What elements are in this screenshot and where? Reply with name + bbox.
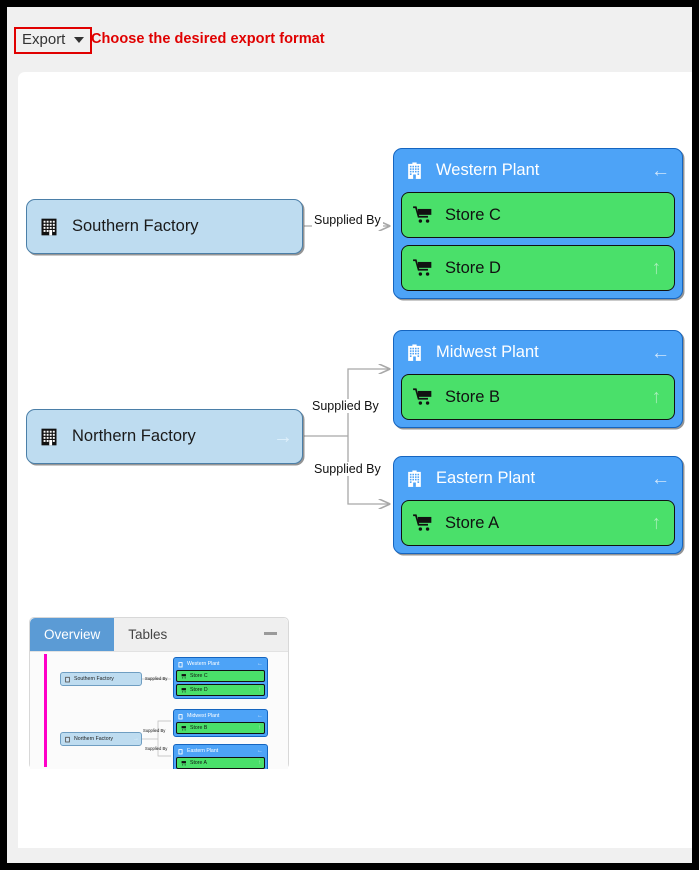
plant-building-icon (405, 161, 424, 181)
minimap-arrow-icon: ← (257, 748, 263, 754)
group-header[interactable]: Eastern Plant ← (394, 457, 682, 500)
edge-label: Supplied By (312, 462, 383, 476)
edge-label: Supplied By (310, 399, 381, 413)
node-label: Store B (445, 388, 500, 407)
node-label: Northern Factory (72, 427, 196, 446)
building-icon (39, 217, 59, 237)
overview-tabs: Overview Tables (30, 618, 288, 652)
overview-minimap[interactable]: Southern Factory Northern Factory → (30, 652, 288, 769)
node-label: Store D (445, 259, 501, 278)
minimap-group-header: Midwest Plant ← (174, 710, 267, 722)
minimap-edge-label: Supplied By (143, 728, 165, 733)
node-label: Store A (445, 514, 499, 533)
edge-label: Supplied By (312, 213, 383, 227)
expand-arrow-icon[interactable]: → (273, 427, 293, 447)
shopping-cart-icon (412, 514, 433, 532)
minimap-group-label: Eastern Plant (187, 748, 218, 754)
shopping-cart-icon (412, 206, 433, 224)
collapse-arrow-icon[interactable]: ← (651, 343, 670, 362)
plant-building-icon (405, 469, 424, 489)
shopping-cart-icon (180, 673, 187, 679)
toolbar: Export Choose the desired export format (7, 7, 692, 72)
minimap-node-southern-factory: Southern Factory (60, 672, 142, 686)
node-store[interactable]: Store A ↑ (401, 500, 675, 546)
export-button[interactable]: Export (18, 30, 88, 51)
minimap-arrow-icon: ← (257, 713, 263, 719)
shopping-cart-icon (180, 725, 187, 731)
minimap-group-header: Eastern Plant ← (174, 745, 267, 757)
node-store[interactable]: Store D ↑ (401, 245, 675, 291)
node-arrow-icon[interactable]: ↑ (652, 388, 662, 407)
minimap-node-label: Store A (190, 760, 207, 766)
minimap-node-label: Store B (190, 725, 207, 731)
node-arrow-icon[interactable]: ↑ (652, 259, 662, 278)
node-label: Store C (445, 206, 501, 225)
building-icon (64, 736, 71, 743)
minimap-node-store: Store C (176, 670, 265, 682)
group-western-plant[interactable]: Western Plant ← Store C (393, 148, 683, 299)
group-label: Eastern Plant (436, 469, 535, 488)
plant-building-icon (405, 343, 424, 363)
shopping-cart-icon (180, 760, 187, 766)
plant-building-icon (177, 748, 184, 755)
toolbar-hint: Choose the desired export format (91, 31, 325, 47)
plant-building-icon (177, 661, 184, 668)
export-dialog: Export Choose the desired export format (7, 7, 692, 863)
node-store[interactable]: Store B ↑ (401, 374, 675, 420)
minimap-arrow-icon: ← (257, 661, 263, 667)
group-header[interactable]: Western Plant ← (394, 149, 682, 192)
minimap-edge-label: Supplied By (145, 746, 167, 751)
minimap-node-store: Store A ↑ (176, 757, 265, 769)
minimap-arrow-icon: ↑ (258, 725, 261, 731)
group-midwest-plant[interactable]: Midwest Plant ← Store B ↑ (393, 330, 683, 428)
minimap-edge-label: Supplied By (145, 676, 167, 681)
export-button-label: Export (22, 31, 65, 49)
diagram-canvas[interactable]: Southern Factory Northern Factory (18, 72, 692, 848)
minimap-node-label: Store D (190, 687, 208, 693)
minimap-arrow-icon: ↑ (258, 760, 261, 766)
minimap-group-header: Western Plant ← (174, 658, 267, 670)
collapse-arrow-icon[interactable]: ← (651, 469, 670, 488)
overview-panel[interactable]: Overview Tables (29, 617, 289, 769)
group-eastern-plant[interactable]: Eastern Plant ← Store A ↑ (393, 456, 683, 554)
group-header[interactable]: Midwest Plant ← (394, 331, 682, 374)
building-icon (64, 676, 71, 683)
node-store[interactable]: Store C (401, 192, 675, 238)
minimap-arrow-icon: ↑ (258, 687, 261, 693)
minimap-node-store: Store B ↑ (176, 722, 265, 734)
tab-label: Tables (128, 627, 167, 642)
collapse-arrow-icon[interactable]: ← (651, 161, 670, 180)
minimize-icon[interactable] (264, 632, 277, 635)
shopping-cart-icon (412, 388, 433, 406)
minimap-group-label: Midwest Plant (187, 713, 219, 719)
minimap-group-eastern-plant: Eastern Plant ← Store A ↑ (173, 744, 268, 769)
node-southern-factory[interactable]: Southern Factory (26, 199, 303, 254)
minimap-group-western-plant: Western Plant ← Store C (173, 657, 268, 699)
minimap-node-label: Southern Factory (74, 676, 114, 682)
minimap-arrow-icon: → (133, 736, 139, 742)
group-label: Midwest Plant (436, 343, 539, 362)
chevron-down-icon (74, 37, 84, 43)
minimap-group-midwest-plant: Midwest Plant ← Store B ↑ (173, 709, 268, 737)
tab-tables[interactable]: Tables (114, 618, 181, 651)
minimap-node-label: Store C (190, 673, 208, 679)
tab-label: Overview (44, 627, 100, 642)
minimap-node-store: Store D ↑ (176, 684, 265, 696)
building-icon (39, 427, 59, 447)
minimap-group-label: Western Plant (187, 661, 220, 667)
shopping-cart-icon (412, 259, 433, 277)
minimap-node-label: Northern Factory (74, 736, 113, 742)
node-label: Southern Factory (72, 217, 199, 236)
minimap-node-northern-factory: Northern Factory → (60, 732, 142, 746)
group-label: Western Plant (436, 161, 539, 180)
shopping-cart-icon (180, 687, 187, 693)
tab-overview[interactable]: Overview (30, 618, 114, 651)
export-highlight-box: Export (14, 27, 92, 54)
plant-building-icon (177, 713, 184, 720)
node-arrow-icon[interactable]: ↑ (652, 514, 662, 533)
node-northern-factory[interactable]: Northern Factory → (26, 409, 303, 464)
